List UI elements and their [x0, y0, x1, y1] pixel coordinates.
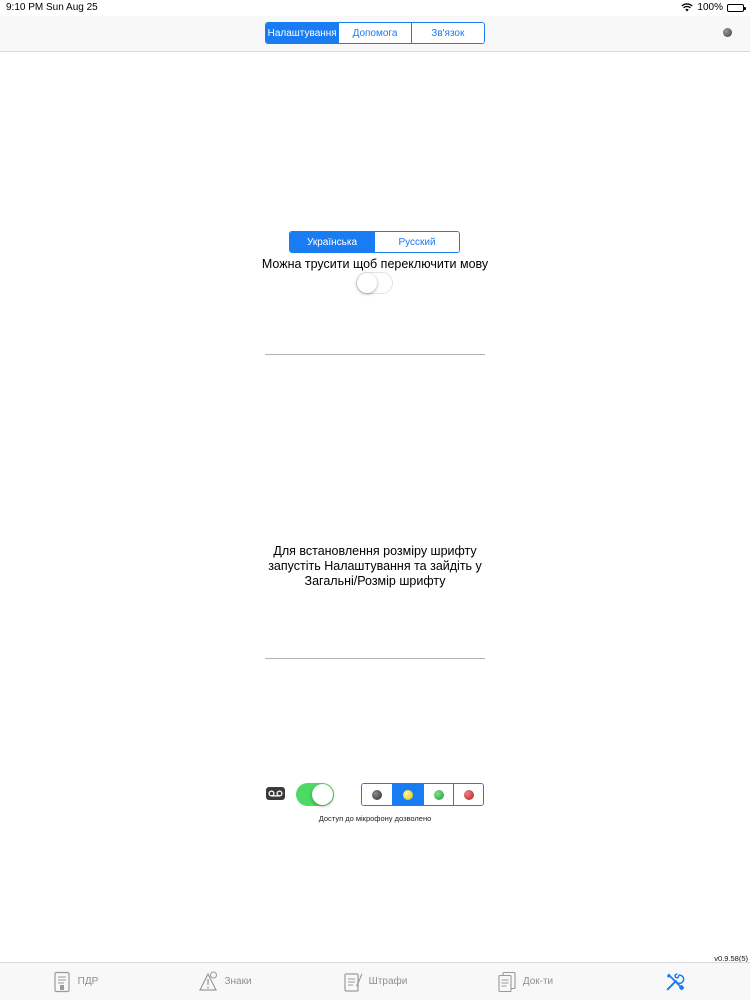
tab-label: Док-ти	[522, 976, 554, 987]
toggle-knob	[312, 784, 333, 805]
status-date: Sun Aug 25	[46, 2, 98, 13]
bottom-tab-bar: ПДР Знаки Штрафи Док-ти	[0, 962, 750, 1000]
tab-tools[interactable]	[600, 963, 750, 1000]
status-time: 9:10 PM	[6, 2, 44, 13]
divider	[265, 354, 485, 355]
toggle-knob	[357, 273, 377, 293]
microphone-toggle[interactable]	[296, 783, 334, 806]
tab-label: ПДР	[77, 976, 99, 987]
font-size-note: Для встановлення розміру шрифту запустіт…	[0, 544, 750, 589]
font-note-line-1: Для встановлення розміру шрифту	[273, 544, 477, 558]
status-right: 100%	[681, 2, 746, 13]
tab-label: Знаки	[224, 976, 252, 987]
language-option-ukrainian[interactable]: Українська	[290, 232, 374, 252]
fine-document-icon	[344, 972, 363, 992]
header-bar: Налаштування Допомога Зв'язок	[0, 16, 750, 52]
main-segmented-control: Налаштування Допомога Зв'язок	[265, 22, 485, 44]
shake-toggle[interactable]	[356, 272, 393, 294]
microphone-access-caption: Доступ до мікрофону дозволено	[318, 814, 432, 823]
shake-to-switch-label: Можна трусити щоб переключити мову	[261, 257, 489, 271]
road-sign-icon	[199, 971, 218, 991]
tab-help[interactable]: Допомога	[338, 23, 411, 43]
font-note-line-2: запустіть Налаштування та зайдіть у	[268, 559, 482, 573]
status-bar: 9:10 PM Sun Aug 25 100%	[0, 0, 750, 16]
tab-documents[interactable]: Док-ти	[450, 963, 600, 1000]
dark-dot-icon	[372, 789, 383, 800]
yellow-dot-icon	[403, 789, 414, 800]
tools-icon	[666, 972, 685, 990]
color-option-dark[interactable]	[362, 784, 393, 805]
color-option-red[interactable]	[453, 784, 483, 805]
language-segmented-control: Українська Русский	[289, 231, 460, 253]
tab-settings[interactable]: Налаштування	[266, 23, 339, 43]
green-dot-icon	[433, 789, 444, 800]
voicemail-icon	[266, 787, 285, 800]
tab-fines[interactable]: Штрафи	[300, 963, 450, 1000]
color-option-green[interactable]	[422, 784, 454, 805]
red-dot-icon	[463, 789, 474, 800]
font-note-line-3: Загальні/Розмір шрифту	[304, 574, 446, 588]
battery-percent: 100%	[697, 2, 723, 13]
wifi-icon	[681, 3, 694, 12]
battery-icon	[727, 3, 746, 12]
tab-label: Штрафи	[368, 976, 408, 987]
tab-rules[interactable]: ПДР	[0, 963, 150, 1000]
language-option-russian[interactable]: Русский	[374, 232, 459, 252]
divider	[265, 658, 485, 659]
status-dot-icon	[723, 28, 732, 37]
indicator-color-selector	[361, 783, 484, 806]
tab-contact[interactable]: Зв'язок	[410, 23, 484, 43]
rules-book-icon	[54, 971, 70, 992]
color-option-yellow[interactable]	[392, 784, 423, 805]
tab-signs[interactable]: Знаки	[150, 963, 300, 1000]
documents-icon	[498, 971, 516, 992]
